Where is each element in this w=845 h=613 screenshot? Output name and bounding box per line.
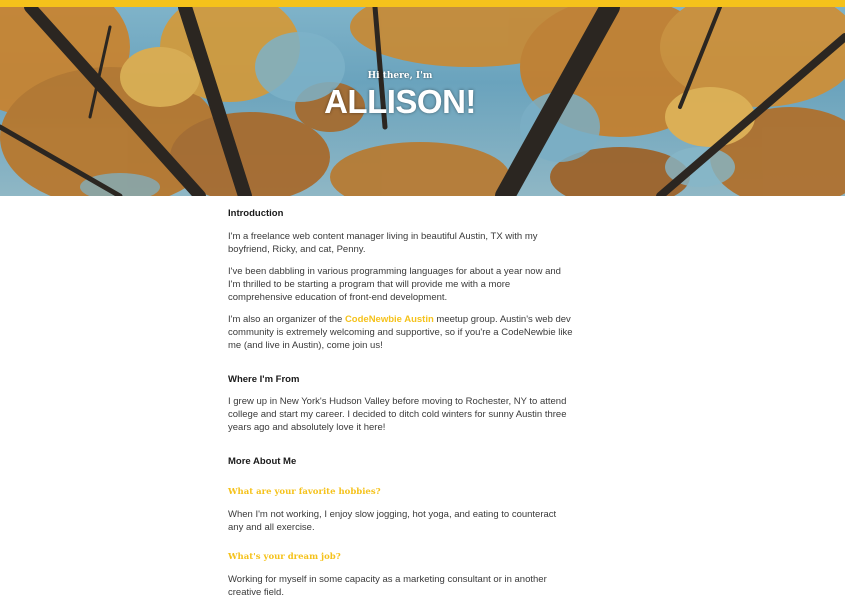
hero-name: ALLISON!	[324, 83, 476, 120]
hero-banner: Hi there, I'm ALLISON!	[0, 7, 845, 196]
where-from-paragraph: I grew up in New York's Hudson Valley be…	[228, 396, 567, 433]
answer-hobbies: When I'm not working, I enjoy slow joggi…	[228, 509, 557, 533]
main-content: Introduction I'm a freelance web content…	[228, 207, 573, 599]
intro-paragraph-1: I'm a freelance web content manager livi…	[228, 231, 538, 255]
intro-paragraph-3-before: I'm also an organizer of the	[228, 314, 345, 325]
answer-dream-job: Working for myself in some capacity as a…	[228, 574, 547, 598]
section-heading-more-about: More About Me	[228, 456, 297, 467]
section-heading-where-from: Where I'm From	[228, 374, 300, 385]
intro-paragraph-3: I'm also an organizer of the CodeNewbie …	[228, 313, 573, 352]
question-hobbies: What are your favorite hobbies?	[228, 487, 381, 497]
section-heading-introduction: Introduction	[228, 208, 284, 219]
hero-greeting: Hi there, I'm	[367, 71, 433, 81]
intro-paragraph-2: I've been dabbling in various programmin…	[228, 266, 561, 303]
codenewbie-austin-link[interactable]: CodeNewbie Austin	[345, 314, 434, 325]
question-dream-job: What's your dream job?	[228, 552, 341, 562]
top-accent-bar	[0, 0, 845, 7]
